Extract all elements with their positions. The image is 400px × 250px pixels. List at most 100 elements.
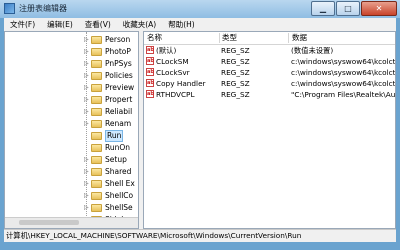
window-title: 注册表编辑器 (19, 4, 67, 13)
title-bar[interactable]: 注册表编辑器 ▁ □ ✕ (0, 0, 400, 18)
column-header-data[interactable]: 数据 (292, 32, 307, 44)
tree-item[interactable]: ▷ Shell Ex (5, 178, 138, 190)
expand-arrow-icon[interactable]: ▷ (84, 193, 89, 199)
value-data: (数值未设置) (291, 46, 334, 55)
expand-arrow-icon[interactable]: ▷ (84, 49, 89, 55)
value-name: CLockSM (156, 57, 189, 66)
folder-icon (91, 96, 102, 104)
tree-item-label: ShellSe (105, 203, 133, 212)
tree-item-label: Renam (105, 119, 132, 128)
column-header-type[interactable]: 类型 (222, 32, 237, 44)
list-header: 名称 类型 数据 (144, 32, 395, 45)
menu-bar: 文件(F) 编辑(E) 查看(V) 收藏夹(A) 帮助(H) (4, 18, 396, 31)
expand-arrow-icon[interactable]: ▷ (84, 85, 89, 91)
expand-arrow-icon[interactable] (84, 145, 89, 150)
tree-item-label: PhotoP (105, 47, 131, 56)
value-name: CLockSvr (156, 68, 190, 77)
minimize-icon: ▁ (319, 4, 327, 13)
folder-icon (91, 120, 102, 128)
expand-arrow-icon[interactable]: ▷ (84, 181, 89, 187)
column-divider[interactable] (219, 33, 220, 43)
folder-icon (91, 132, 102, 140)
expand-arrow-icon[interactable]: ▷ (84, 109, 89, 115)
tree-item[interactable]: ▷ PnPSys (5, 58, 138, 70)
registry-value-row[interactable]: ab CLockSvr REG_SZ c:\windows\syswow64\kcol… (144, 67, 395, 78)
tree-item[interactable]: ▷ ShellSe (5, 202, 138, 214)
registry-value-row[interactable]: ab RTHDVCPL REG_SZ "C:\Program Files\Realte… (144, 89, 395, 100)
value-data: c:\windows\syswow64\kcolcte (291, 57, 396, 66)
expand-arrow-icon[interactable]: ▷ (84, 121, 89, 127)
string-value-icon: ab (146, 57, 154, 65)
expand-arrow-icon[interactable]: ▷ (84, 61, 89, 67)
registry-value-row[interactable]: ab (默认) REG_SZ (数值未设置) (144, 45, 395, 56)
tree-item-label: PnPSys (105, 59, 132, 68)
registry-value-row[interactable]: ab Copy Handler REG_SZ c:\windows\syswow64\… (144, 78, 395, 89)
column-divider[interactable] (288, 33, 289, 43)
value-name: Copy Handler (156, 79, 206, 88)
tree-item-label: Propert (105, 95, 133, 104)
value-type: REG_SZ (221, 57, 250, 66)
tree-item[interactable]: ▷ ShellCo (5, 190, 138, 202)
string-value-icon: ab (146, 68, 154, 76)
tree-item[interactable]: ▷ PhotoP (5, 46, 138, 58)
regedit-app-icon (4, 3, 15, 14)
close-icon: ✕ (375, 4, 383, 13)
tree-item[interactable]: RunOn (5, 142, 138, 154)
folder-icon (91, 168, 102, 176)
close-button[interactable]: ✕ (361, 1, 397, 16)
tree-item-label: Setup (105, 155, 127, 164)
folder-icon (91, 84, 102, 92)
string-value-icon: ab (146, 79, 154, 87)
tree-item[interactable]: ▷ Renam (5, 118, 138, 130)
value-data: c:\windows\syswow64\kcolcte (291, 68, 396, 77)
value-name: (默认) (156, 46, 177, 55)
menu-file[interactable]: 文件(F) (4, 18, 41, 31)
tree-item-label: Person (105, 35, 131, 44)
folder-icon (91, 192, 102, 200)
expand-arrow-icon[interactable]: ▷ (84, 157, 89, 163)
folder-icon (91, 60, 102, 68)
menu-help[interactable]: 帮助(H) (162, 18, 201, 31)
tree-item-label: Shell Ex (105, 179, 135, 188)
column-header-name[interactable]: 名称 (147, 32, 162, 44)
value-type: REG_SZ (221, 90, 250, 99)
expand-arrow-icon[interactable] (84, 133, 89, 138)
string-value-icon: ab (146, 46, 154, 54)
menu-edit[interactable]: 编辑(E) (41, 18, 79, 31)
folder-icon (91, 144, 102, 152)
registry-value-row[interactable]: ab CLockSM REG_SZ c:\windows\syswow64\kcolc… (144, 56, 395, 67)
string-value-icon: ab (146, 90, 154, 98)
tree-item-label: Shared (105, 167, 132, 176)
tree-item[interactable]: ▷ Person (5, 34, 138, 46)
folder-icon (91, 180, 102, 188)
folder-icon (91, 108, 102, 116)
menu-view[interactable]: 查看(V) (79, 18, 117, 31)
expand-arrow-icon[interactable]: ▷ (84, 37, 89, 43)
expand-arrow-icon[interactable]: ▷ (84, 205, 89, 211)
registry-key-tree[interactable]: ▷ Person ▷ PhotoP ▷ PnPSys ▷ Policies ▷ Preview ▷ P… (4, 31, 139, 229)
status-key-path: 计算机\HKEY_LOCAL_MACHINE\SOFTWARE\Microsof… (6, 231, 302, 240)
tree-item[interactable]: ▷ Policies (5, 70, 138, 82)
folder-icon (91, 36, 102, 44)
expand-arrow-icon[interactable]: ▷ (84, 97, 89, 103)
tree-item[interactable]: ▷ Preview (5, 82, 138, 94)
folder-icon (91, 156, 102, 164)
tree-item-label: Run (105, 130, 124, 142)
tree-item[interactable]: Run (5, 130, 138, 142)
tree-horizontal-scrollbar[interactable] (5, 217, 138, 228)
tree-item[interactable]: ▷ Setup (5, 154, 138, 166)
tree-item-label: RunOn (105, 143, 131, 152)
tree-item[interactable]: ▷ Propert (5, 94, 138, 106)
tree-item-label: Policies (105, 71, 133, 80)
tree-scroll-thumb[interactable] (19, 220, 79, 225)
menu-favorites[interactable]: 收藏夹(A) (117, 18, 162, 31)
registry-values-list[interactable]: 名称 类型 数据 ab (默认) REG_SZ (数值未设置) ab CLockSM REG… (143, 31, 396, 229)
maximize-button[interactable]: □ (336, 1, 360, 16)
expand-arrow-icon[interactable]: ▷ (84, 73, 89, 79)
expand-arrow-icon[interactable]: ▷ (84, 169, 89, 175)
tree-item[interactable]: ▷ Reliabil (5, 106, 138, 118)
minimize-button[interactable]: ▁ (311, 1, 335, 16)
tree-item[interactable]: ▷ Shared (5, 166, 138, 178)
folder-icon (91, 72, 102, 80)
tree-item-label: ShellCo (105, 191, 134, 200)
